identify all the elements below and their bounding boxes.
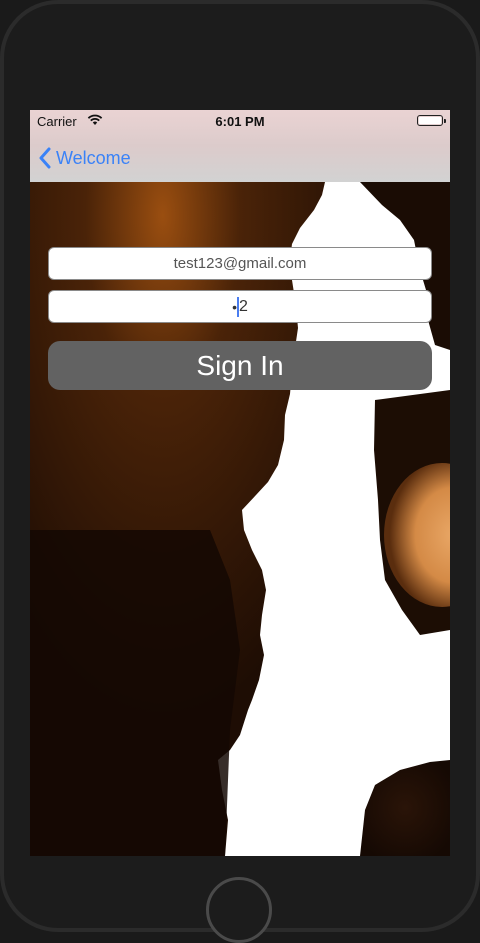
back-button[interactable]: Welcome xyxy=(38,146,131,170)
password-field[interactable]: • 2 xyxy=(48,290,432,323)
battery-fill xyxy=(419,117,441,124)
back-button-label: Welcome xyxy=(56,147,131,168)
app-screen: Carrier 6:01 PM Welcome test123@gmail.co… xyxy=(30,110,450,856)
sign-in-button[interactable]: Sign In xyxy=(48,341,432,390)
status-bar: Carrier 6:01 PM xyxy=(30,110,450,132)
battery-icon xyxy=(417,115,446,126)
email-field[interactable]: test123@gmail.com xyxy=(48,247,432,280)
phone-device: Carrier 6:01 PM Welcome test123@gmail.co… xyxy=(0,0,480,943)
home-button[interactable] xyxy=(206,877,272,943)
navigation-bar: Carrier 6:01 PM Welcome xyxy=(30,110,450,182)
clock: 6:01 PM xyxy=(215,114,265,129)
email-value: test123@gmail.com xyxy=(173,255,307,272)
password-last-char: 2 xyxy=(239,297,248,315)
background-image xyxy=(30,182,450,856)
chevron-left-icon xyxy=(39,147,51,169)
sign-in-label: Sign In xyxy=(196,349,284,381)
